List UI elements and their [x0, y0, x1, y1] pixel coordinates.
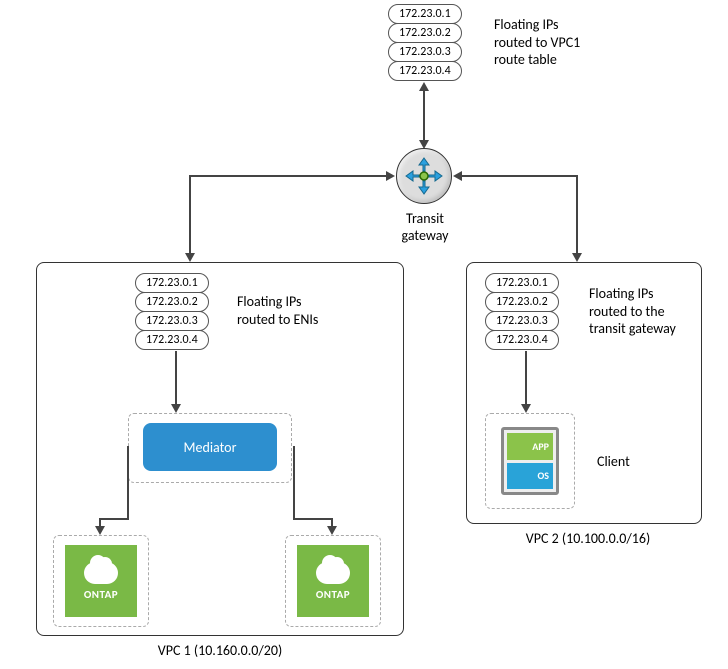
ip-pill: 172.23.0.4: [485, 330, 559, 350]
arrowhead-right-icon: [386, 171, 395, 181]
ip-pill: 172.23.0.2: [135, 292, 209, 312]
vpc2-floating-ips: 172.23.0.1 172.23.0.2 172.23.0.3 172.23.…: [485, 273, 559, 349]
vpc2-container: 172.23.0.1 172.23.0.2 172.23.0.3 172.23.…: [466, 262, 702, 524]
connector-line: [462, 175, 578, 177]
client-app-tile: APP: [507, 433, 553, 460]
transit-gateway-router-icon: [396, 148, 452, 204]
label-line: route table: [494, 51, 580, 69]
ip-pill: 172.23.0.4: [388, 61, 462, 81]
vpc1-floating-ips: 172.23.0.1 172.23.0.2 172.23.0.3 172.23.…: [135, 273, 209, 349]
ontap-label: ONTAP: [84, 588, 118, 601]
connector-line: [127, 446, 129, 520]
top-floating-ips: 172.23.0.1 172.23.0.2 172.23.0.3 172.23.…: [388, 4, 462, 80]
arrowhead-down-icon: [95, 526, 105, 535]
arrowhead-down-icon: [327, 526, 337, 535]
cloud-icon: [84, 562, 118, 584]
router-arrows-icon: [400, 152, 448, 200]
ip-pill: 172.23.0.3: [388, 42, 462, 62]
vpc1-container: 172.23.0.1 172.23.0.2 172.23.0.3 172.23.…: [36, 262, 404, 636]
vpc2-ips-label: Floating IPs routed to the transit gatew…: [589, 285, 676, 338]
ip-pill: 172.23.0.2: [485, 292, 559, 312]
label-line: Floating IPs: [589, 285, 676, 303]
ontap-label: ONTAP: [316, 588, 350, 601]
connector-line: [293, 446, 295, 520]
arrowhead-down-icon: [185, 253, 195, 262]
label-line: transit gateway: [589, 320, 676, 338]
ip-pill: 172.23.0.3: [135, 311, 209, 331]
connector-line: [189, 175, 387, 177]
connector-line: [189, 175, 191, 255]
cloud-icon: [316, 562, 350, 584]
connector-line: [525, 351, 527, 406]
ip-pill: 172.23.0.4: [135, 330, 209, 350]
arrowhead-left-icon: [453, 171, 462, 181]
label-line: routed to the: [589, 303, 676, 321]
vpc1-caption: VPC 1 (10.160.0.0/20): [120, 642, 320, 659]
label-line: Floating IPs: [237, 293, 318, 311]
connector-line: [423, 90, 425, 142]
client-label: Client: [597, 453, 630, 471]
connector-line: [99, 518, 129, 520]
vpc1-ips-label: Floating IPs routed to ENIs: [237, 293, 318, 328]
ip-pill: 172.23.0.3: [485, 311, 559, 331]
client-os-tile: OS: [507, 463, 553, 490]
mediator-node: Mediator: [143, 423, 277, 471]
top-ips-label: Floating IPs routed to VPC1 route table: [494, 16, 580, 69]
arrowhead-down-icon: [521, 404, 531, 413]
label-line: routed to VPC1: [494, 34, 580, 52]
label-line: Floating IPs: [494, 16, 580, 34]
ontap-node: ONTAP: [65, 545, 137, 617]
connector-line: [295, 518, 333, 520]
client-machine: APP OS: [501, 427, 559, 495]
vpc2-caption: VPC 2 (10.100.0.0/16): [488, 530, 688, 547]
ip-pill: 172.23.0.1: [388, 4, 462, 24]
ontap-node: ONTAP: [297, 545, 369, 617]
connector-line: [175, 351, 177, 406]
ip-pill: 172.23.0.1: [135, 273, 209, 293]
label-line: gateway: [399, 227, 451, 244]
connector-line: [576, 175, 578, 255]
label-line: routed to ENIs: [237, 311, 318, 329]
arrowhead-down-icon: [171, 404, 181, 413]
label-line: Transit: [399, 210, 451, 227]
ip-pill: 172.23.0.1: [485, 273, 559, 293]
arrowhead-down-icon: [572, 253, 582, 262]
transit-gateway-label: Transit gateway: [399, 210, 451, 244]
ip-pill: 172.23.0.2: [388, 23, 462, 43]
